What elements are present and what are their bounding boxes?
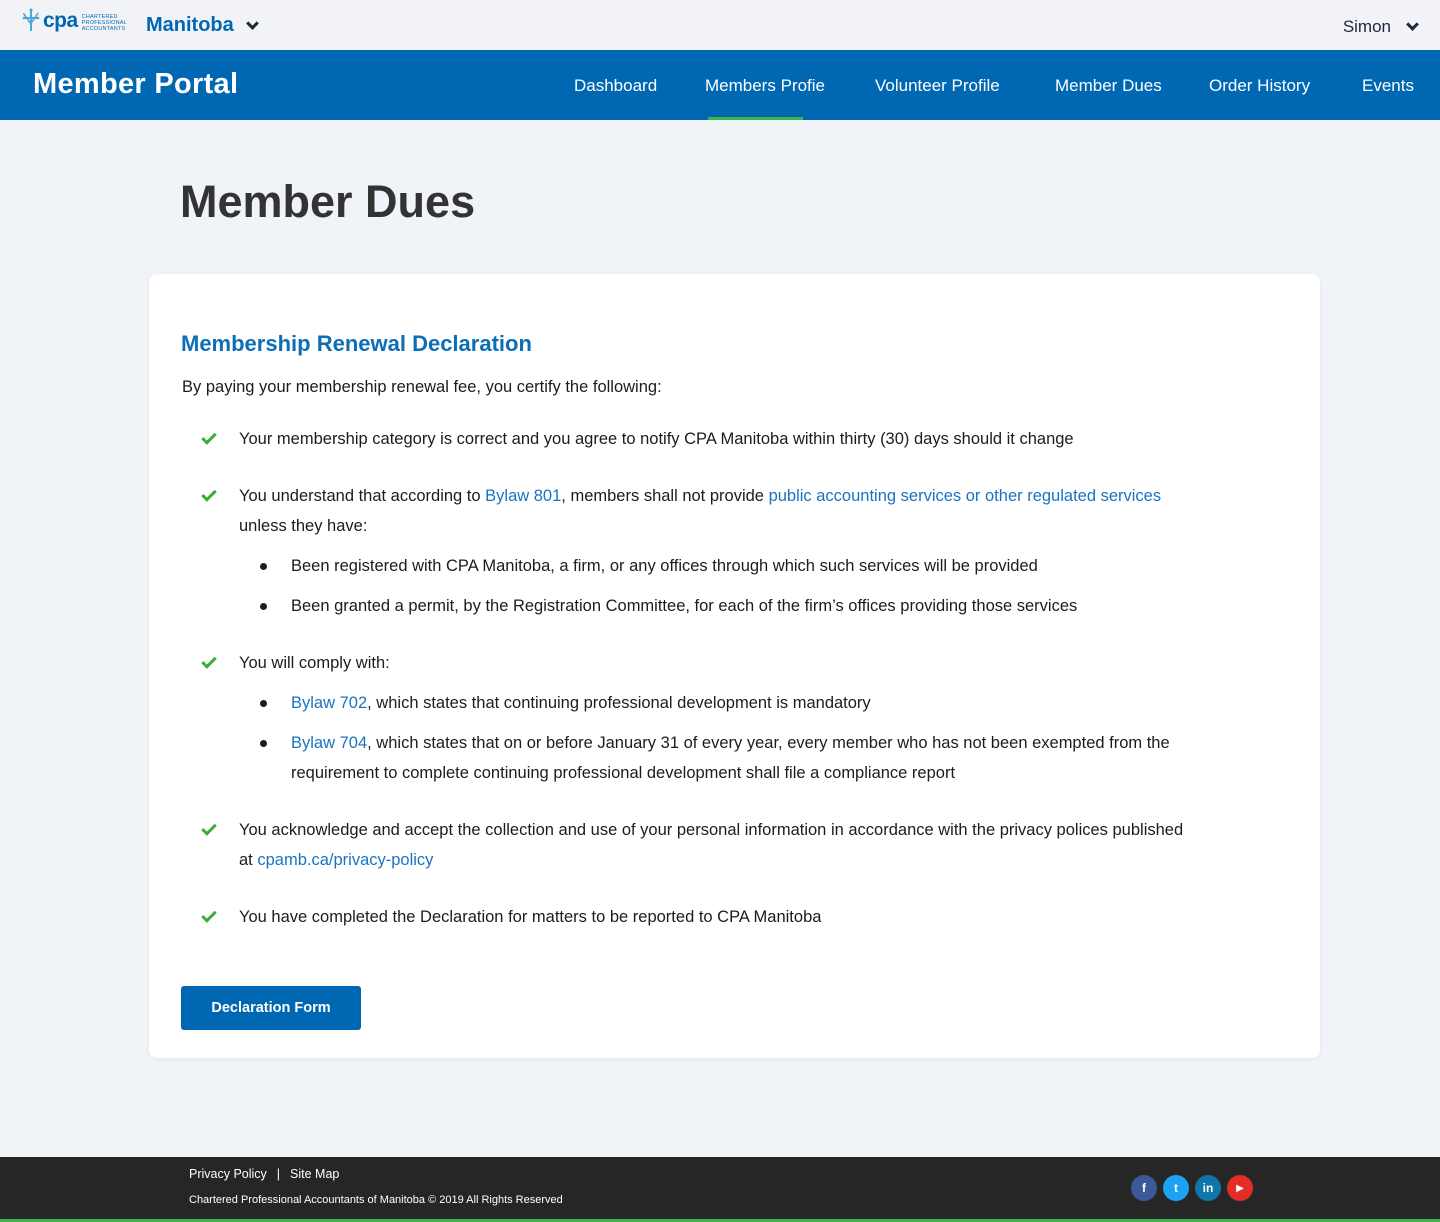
bullet-bylaw-704: Bylaw 704, which states that on or befor… <box>291 734 1170 752</box>
footer-separator: | <box>276 1167 281 1181</box>
bullet-icon <box>260 700 267 707</box>
bullet-icon <box>260 740 267 747</box>
declaration-card: Membership Renewal Declaration By paying… <box>149 274 1320 1058</box>
logo-wordmark: cpa <box>43 9 78 32</box>
declaration-item-category: Your membership category is correct and … <box>239 430 1074 448</box>
site-map-footer-link[interactable]: Site Map <box>290 1167 339 1181</box>
checkmark-icon <box>201 907 217 923</box>
top-bar: cpa Chartered Professional Accountants M… <box>0 0 1440 50</box>
maple-leaf-icon <box>22 8 40 31</box>
nav-order-history[interactable]: Order History <box>1209 76 1310 96</box>
portal-title[interactable]: Member Portal <box>33 68 238 101</box>
bylaw-702-link[interactable]: Bylaw 702 <box>291 694 367 712</box>
copyright-text: Chartered Professional Accountants of Ma… <box>189 1194 563 1206</box>
declaration-item-bylaw-801-cont: unless they have: <box>239 517 368 535</box>
declaration-item-privacy: You acknowledge and accept the collectio… <box>239 821 1184 839</box>
active-nav-indicator <box>708 117 803 120</box>
bullet-icon <box>260 563 267 570</box>
nav-members-profile[interactable]: Members Profie <box>705 76 825 96</box>
bylaw-801-link[interactable]: Bylaw 801 <box>485 487 561 505</box>
main-nav: Member Portal Dashboard Members Profie V… <box>0 50 1440 120</box>
linkedin-icon[interactable]: in <box>1195 1175 1221 1201</box>
privacy-policy-link[interactable]: cpamb.ca/privacy-policy <box>257 851 433 869</box>
bullet-bylaw-702: Bylaw 702, which states that continuing … <box>291 694 871 712</box>
youtube-icon[interactable]: ▶ <box>1227 1175 1253 1201</box>
bullet-bylaw-704-cont: requirement to complete continuing profe… <box>291 764 956 782</box>
checkmark-icon <box>201 486 217 502</box>
footer: Privacy Policy | Site Map Chartered Prof… <box>0 1157 1440 1222</box>
declaration-form-button[interactable]: Declaration Form <box>181 986 361 1030</box>
regulated-services-link[interactable]: public accounting services or other regu… <box>769 487 1162 505</box>
card-title: Membership Renewal Declaration <box>181 331 532 356</box>
checkmark-icon <box>201 429 217 445</box>
page-title: Member Dues <box>180 176 476 227</box>
checkmark-icon <box>201 820 217 836</box>
declaration-item-matters: You have completed the Declaration for m… <box>239 908 822 926</box>
cpa-logo[interactable]: cpa Chartered Professional Accountants <box>20 7 127 35</box>
bullet-registered: Been registered with CPA Manitoba, a fir… <box>291 557 1038 575</box>
privacy-policy-footer-link[interactable]: Privacy Policy <box>189 1167 267 1181</box>
facebook-icon[interactable]: f <box>1131 1175 1157 1201</box>
footer-links: Privacy Policy | Site Map <box>189 1167 339 1181</box>
nav-volunteer-profile[interactable]: Volunteer Profile <box>875 76 1000 96</box>
user-menu[interactable]: Simon <box>1342 17 1419 37</box>
bullet-permit: Been granted a permit, by the Registrati… <box>291 597 1078 615</box>
declaration-item-comply: You will comply with: <box>239 654 390 672</box>
logo-subtitle: Chartered Professional Accountants <box>81 13 127 32</box>
chevron-down-icon <box>1406 18 1419 31</box>
declaration-item-bylaw-801: You understand that according to Bylaw 8… <box>239 487 1162 505</box>
chevron-down-icon <box>245 16 259 30</box>
user-name: Simon <box>1342 17 1391 36</box>
twitter-icon[interactable]: t <box>1163 1175 1189 1201</box>
bylaw-704-link[interactable]: Bylaw 704 <box>291 734 367 752</box>
declaration-item-privacy-cont: at cpamb.ca/privacy-policy <box>239 851 434 869</box>
nav-dashboard[interactable]: Dashboard <box>574 76 657 96</box>
nav-member-dues[interactable]: Member Dues <box>1055 76 1162 96</box>
nav-events[interactable]: Events <box>1362 76 1414 96</box>
region-selector[interactable]: Manitoba <box>146 14 259 37</box>
checkmark-icon <box>201 653 217 669</box>
bullet-icon <box>260 603 267 610</box>
region-label: Manitoba <box>146 14 234 36</box>
intro-text: By paying your membership renewal fee, y… <box>182 378 662 396</box>
